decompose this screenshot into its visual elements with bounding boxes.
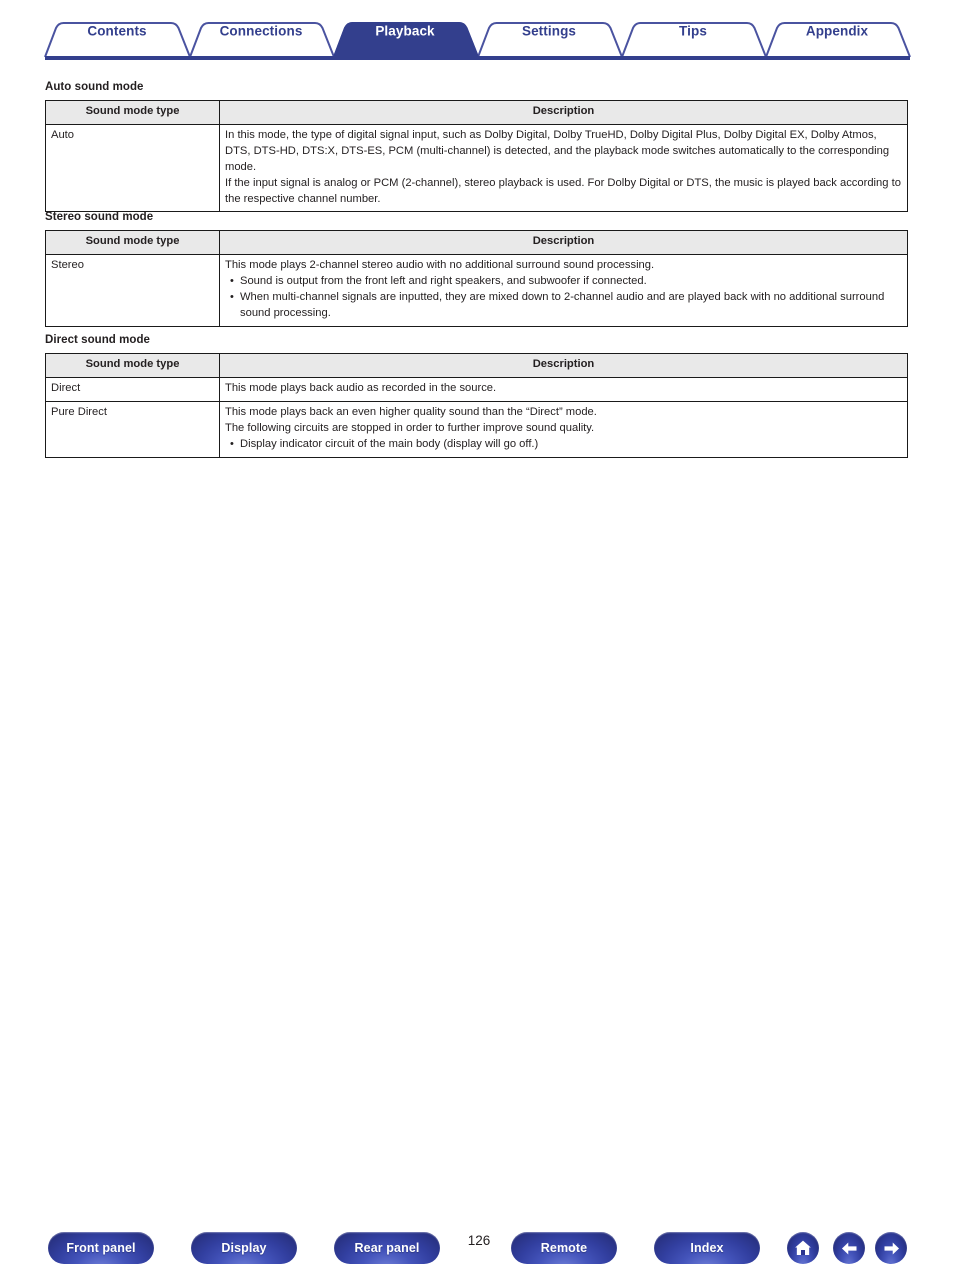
- table-row: Direct This mode plays back audio as rec…: [45, 376, 908, 402]
- table-stereo-sound-mode: Sound mode type Description Stereo This …: [45, 230, 908, 327]
- column-header-sound-mode-type: Sound mode type: [45, 230, 220, 255]
- tab-appendix[interactable]: Appendix: [806, 24, 868, 39]
- description-paragraph: If the input signal is analog or PCM (2-…: [225, 176, 901, 205]
- arrow-right-icon: [884, 1242, 899, 1254]
- cell-sound-mode-type: Pure Direct: [45, 400, 220, 458]
- list-item: When multi-channel signals are inputted,…: [225, 290, 902, 322]
- table-header-row: Sound mode type Description: [45, 230, 908, 255]
- tab-connections[interactable]: Connections: [220, 24, 303, 39]
- tab-settings[interactable]: Settings: [522, 24, 576, 39]
- tab-bar-underline: [45, 56, 910, 60]
- arrow-left-icon: [841, 1242, 856, 1254]
- page-number: 126: [467, 1233, 491, 1248]
- description-paragraph: This mode plays back audio as recorded i…: [225, 381, 497, 394]
- column-header-description: Description: [219, 100, 908, 125]
- table-row: Pure Direct This mode plays back an even…: [45, 400, 908, 458]
- tab-tips[interactable]: Tips: [679, 24, 707, 39]
- display-button[interactable]: Display: [191, 1232, 297, 1264]
- section-title-direct-sound-mode: Direct sound mode: [45, 334, 151, 346]
- list-item: Display indicator circuit of the main bo…: [225, 437, 902, 453]
- column-header-description: Description: [219, 353, 908, 378]
- home-button[interactable]: [787, 1232, 819, 1264]
- description-paragraph: The following circuits are stopped in or…: [225, 421, 595, 434]
- footer-bar: Front panel Display Rear panel 126 Remot…: [0, 612, 954, 1264]
- description-bullet-list: Display indicator circuit of the main bo…: [225, 437, 902, 453]
- home-icon: [795, 1240, 811, 1255]
- previous-page-button[interactable]: [833, 1232, 865, 1264]
- rear-panel-button[interactable]: Rear panel: [334, 1232, 440, 1264]
- list-item: Sound is output from the front left and …: [225, 274, 902, 290]
- table-direct-sound-mode: Sound mode type Description Direct This …: [45, 353, 908, 458]
- cell-description: This mode plays back audio as recorded i…: [219, 376, 908, 402]
- table-header-row: Sound mode type Description: [45, 100, 908, 125]
- next-page-button[interactable]: [875, 1232, 907, 1264]
- top-tab-bar: Contents Connections Playback Settings T…: [0, 0, 954, 68]
- section-title-stereo-sound-mode: Stereo sound mode: [45, 211, 154, 223]
- column-header-sound-mode-type: Sound mode type: [45, 353, 220, 378]
- cell-description: This mode plays 2-channel stereo audio w…: [219, 253, 908, 327]
- remote-button[interactable]: Remote: [511, 1232, 617, 1264]
- cell-sound-mode-type: Auto: [45, 123, 220, 213]
- table-row: Stereo This mode plays 2-channel stereo …: [45, 253, 908, 327]
- section-title-auto-sound-mode: Auto sound mode: [45, 81, 144, 93]
- table-auto-sound-mode: Sound mode type Description Auto In this…: [45, 100, 908, 213]
- cell-sound-mode-type: Direct: [45, 376, 220, 402]
- table-header-row: Sound mode type Description: [45, 353, 908, 378]
- tab-playback[interactable]: Playback: [375, 24, 434, 39]
- description-paragraph: This mode plays back an even higher qual…: [225, 405, 597, 418]
- cell-description: This mode plays back an even higher qual…: [219, 400, 908, 458]
- description-bullet-list: Sound is output from the front left and …: [225, 274, 902, 322]
- index-button[interactable]: Index: [654, 1232, 760, 1264]
- tab-contents[interactable]: Contents: [87, 24, 146, 39]
- front-panel-button[interactable]: Front panel: [48, 1232, 154, 1264]
- description-paragraph: This mode plays 2-channel stereo audio w…: [225, 258, 655, 271]
- cell-description: In this mode, the type of digital signal…: [219, 123, 908, 213]
- column-header-sound-mode-type: Sound mode type: [45, 100, 220, 125]
- column-header-description: Description: [219, 230, 908, 255]
- description-paragraph: In this mode, the type of digital signal…: [225, 128, 890, 173]
- table-row: Auto In this mode, the type of digital s…: [45, 123, 908, 213]
- cell-sound-mode-type: Stereo: [45, 253, 220, 327]
